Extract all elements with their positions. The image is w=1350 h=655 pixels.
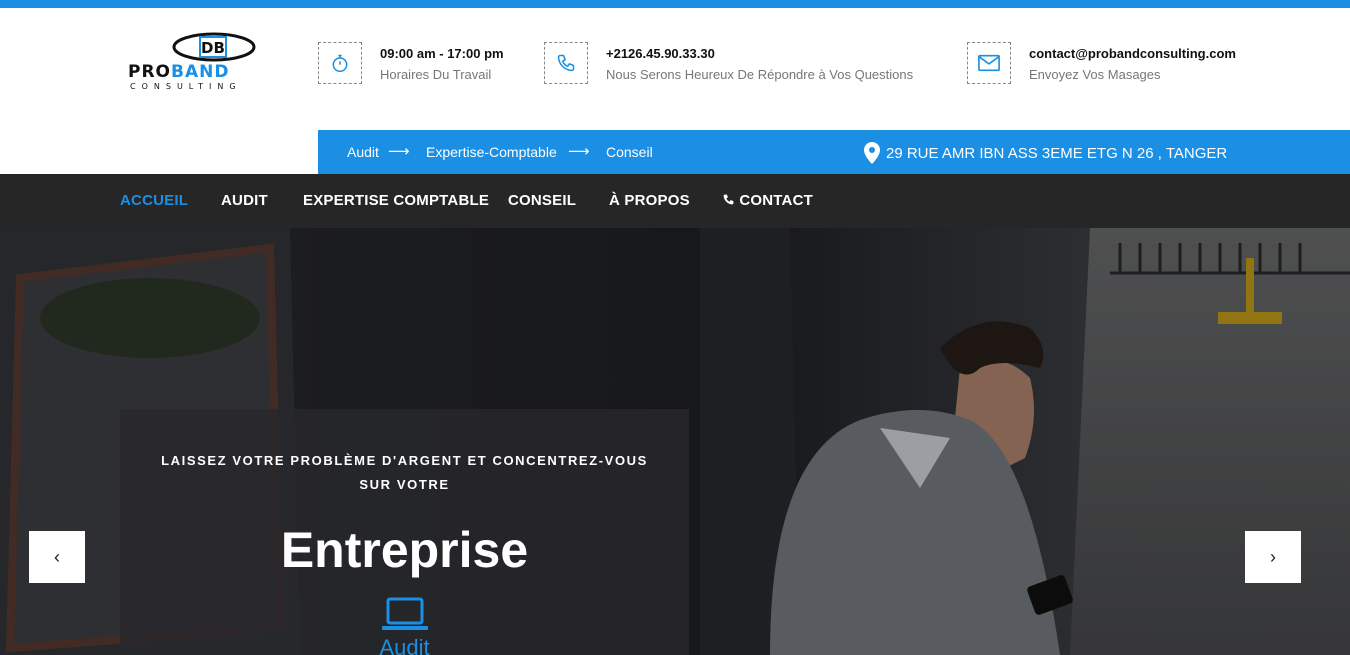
hours-title: 09:00 am - 17:00 pm (380, 46, 504, 61)
phone-subtitle: Nous Serons Heureux De Répondre à Vos Qu… (606, 67, 914, 82)
email-subtitle: Envoyez Vos Masages (1029, 67, 1161, 82)
chevron-left-icon: ‹ (54, 546, 60, 567)
brand-tagline: CONSULTING (130, 82, 242, 91)
nav-item-a-propos[interactable]: À PROPOS (609, 192, 690, 209)
nav-item-expertise-comptable[interactable]: EXPERTISE COMPTABLE (303, 192, 489, 209)
hero-service-label[interactable]: Audit (120, 635, 689, 655)
nav-item-conseil[interactable]: CONSEIL (508, 192, 576, 209)
hero-slider: LAISSEZ VOTRE PROBLÈME D'ARGENT ET CONCE… (0, 228, 1350, 655)
phone-number[interactable]: +2126.45.90.33.30 (606, 46, 715, 61)
hours-subtitle: Horaires Du Travail (380, 67, 492, 82)
logo-mark: DB (172, 32, 256, 62)
envelope-icon (967, 42, 1011, 84)
hero-tagline: LAISSEZ VOTRE PROBLÈME D'ARGENT ET CONCE… (161, 453, 648, 492)
nav-item-contact[interactable]: CONTACT (722, 192, 813, 209)
logo-initials: DB (201, 39, 225, 57)
hero-caption-panel: LAISSEZ VOTRE PROBLÈME D'ARGENT ET CONCE… (120, 409, 689, 655)
brand-logo[interactable]: DB PROBAND CONSULTING (128, 32, 304, 98)
map-pin-icon (864, 142, 880, 164)
service-link-expertise[interactable]: Expertise-Comptable (426, 144, 557, 160)
address-text: 29 RUE AMR IBN ASS 3EME ETG N 26 , TANGE… (886, 144, 1228, 162)
laptop-icon (382, 597, 428, 630)
top-accent-bar (0, 0, 1350, 8)
service-link-audit[interactable]: Audit (347, 144, 379, 160)
service-bar: Audit ⟶ Expertise-Comptable ⟶ Conseil 29… (318, 130, 1350, 174)
stopwatch-icon (318, 42, 362, 84)
arrow-right-icon: ⟶ (568, 143, 590, 160)
nav-item-accueil[interactable]: ACCUEIL (120, 192, 188, 209)
slider-next-button[interactable]: › (1245, 531, 1301, 583)
arrow-right-icon: ⟶ (388, 143, 410, 160)
chevron-right-icon: › (1270, 546, 1276, 567)
main-nav: ACCUEIL AUDIT EXPERTISE COMPTABLE CONSEI… (0, 174, 1350, 228)
service-link-conseil[interactable]: Conseil (606, 144, 653, 160)
brand-name: PROBAND (128, 62, 230, 82)
hero-headline: Entreprise (280, 522, 529, 578)
site-header: DB PROBAND CONSULTING 09:00 am - 17:00 p… (0, 8, 1350, 130)
phone-icon (723, 194, 734, 205)
address-block: 29 RUE AMR IBN ASS 3EME ETG N 26 , TANGE… (864, 142, 1227, 164)
nav-item-audit[interactable]: AUDIT (221, 192, 268, 209)
phone-icon (544, 42, 588, 84)
slider-prev-button[interactable]: ‹ (29, 531, 85, 583)
email-address[interactable]: contact@probandconsulting.com (1029, 46, 1236, 61)
